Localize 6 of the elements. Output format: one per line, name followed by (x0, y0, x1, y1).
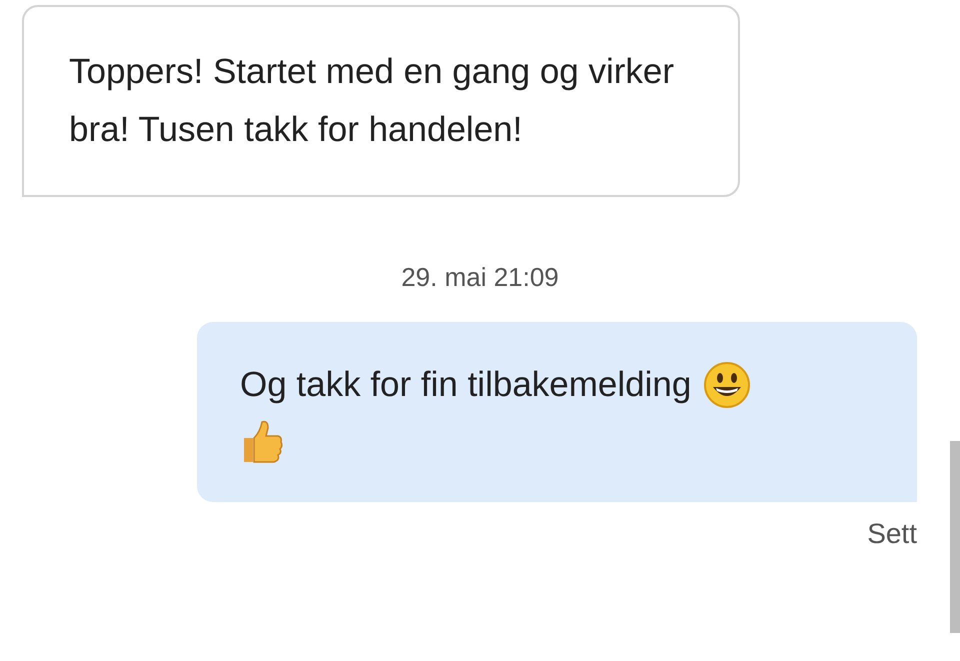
read-status: Sett (867, 517, 917, 551)
message-timestamp: 29. mai 21:09 (401, 262, 559, 292)
message-text: Og takk for fin tilbakemelding (240, 364, 692, 406)
scrollbar[interactable] (950, 441, 960, 633)
received-message: Toppers! Startet med en gang og virker bra! Tusen takk for handelen! (22, 5, 740, 197)
smiley-icon (703, 361, 752, 409)
